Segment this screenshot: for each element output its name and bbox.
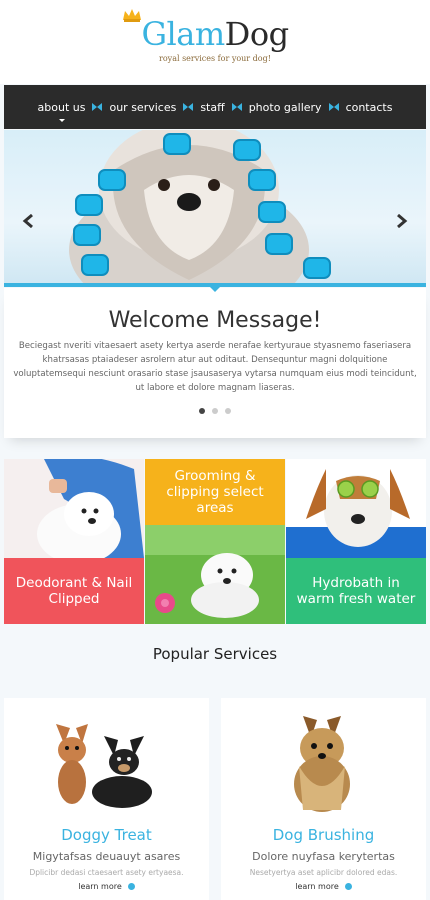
popular-services-title: Popular Services <box>152 645 278 663</box>
card-description: Nesetyertya aset aplicibr dolored edas. <box>249 868 398 877</box>
card-title[interactable]: Doggy Treat <box>4 826 209 844</box>
bow-separator-icon <box>183 103 194 111</box>
tile-photo-westie[interactable] <box>4 459 144 558</box>
tile-deodorant-label: Deodorant & Nail Clipped <box>15 575 133 607</box>
learn-more-dot-icon <box>127 883 135 890</box>
nav-photo-gallery[interactable]: photo gallery <box>245 101 326 114</box>
service-tiles: Deodorant & Nail Clipped Grooming & clip… <box>4 459 426 624</box>
learn-more-label: learn more <box>295 882 339 891</box>
card-description: Dplicibr dedasi ctaesaert asety ertyaesa… <box>29 868 184 877</box>
nav-staff[interactable]: staff <box>196 101 228 114</box>
welcome-text: Beciegast nveriti vitaesaert asety kerty… <box>13 341 417 393</box>
nav-our-services[interactable]: our services <box>105 101 180 114</box>
puppy-image <box>145 525 285 624</box>
service-card-dog-brushing[interactable]: Dog Brushing Dolore nuyfasa kerytertas N… <box>221 698 426 900</box>
slider-pagination <box>4 408 426 414</box>
bow-separator-icon <box>328 103 339 111</box>
slider-dot-1[interactable] <box>199 408 205 414</box>
arrow-left-icon[interactable] <box>22 214 36 228</box>
hero-notch <box>209 286 221 292</box>
tile-deodorant[interactable]: Deodorant & Nail Clipped <box>4 558 144 624</box>
hero-dog-image <box>69 130 331 285</box>
welcome-title: Welcome Message! <box>108 308 322 333</box>
spa-dog-image <box>286 459 426 558</box>
card-title[interactable]: Dog Brushing <box>221 826 426 844</box>
site-logo[interactable]: GlamDog <box>0 14 430 54</box>
learn-more-link[interactable]: learn more <box>4 882 209 891</box>
nav-contacts[interactable]: contacts <box>342 101 397 114</box>
learn-more-label: learn more <box>78 882 122 891</box>
card-subtitle: Migytafsas deuauyt asares <box>32 850 181 863</box>
chihuahuas-image <box>56 724 152 808</box>
tile-grooming-label: Grooming & clipping select areas <box>166 468 264 516</box>
tile-hydrobath[interactable]: Hydrobath in warm fresh water <box>286 558 426 624</box>
nav-about-us[interactable]: about us <box>34 101 90 122</box>
tagline: royal services for your dog! <box>159 54 271 63</box>
tile-hydrobath-label: Hydrobath in warm fresh water <box>296 575 416 607</box>
bow-separator-icon <box>92 103 103 111</box>
hero-slider <box>4 130 426 285</box>
tile-photo-spa-dog[interactable] <box>286 459 426 558</box>
service-card-doggy-treat[interactable]: Doggy Treat Migytafsas deuauyt asares Dp… <box>4 698 209 900</box>
slider-dot-3[interactable] <box>225 408 231 414</box>
learn-more-dot-icon <box>344 883 352 890</box>
logo-glam: Glam <box>141 15 225 53</box>
site-header: GlamDog royal services for your dog! <box>0 0 430 84</box>
yorkie-image <box>294 716 350 812</box>
logo-dog: Dog <box>224 15 289 53</box>
arrow-right-icon[interactable] <box>394 214 408 228</box>
tile-grooming[interactable]: Grooming & clipping select areas <box>145 459 285 525</box>
learn-more-link[interactable]: learn more <box>221 882 426 891</box>
bow-separator-icon <box>231 103 242 111</box>
card-subtitle: Dolore nuyfasa kerytertas <box>252 850 395 863</box>
slider-dot-2[interactable] <box>212 408 218 414</box>
main-nav: about us our services staff photo galler… <box>4 85 426 129</box>
welcome-section: Welcome Message! Beciegast nveriti vitae… <box>4 288 426 438</box>
tile-photo-puppy[interactable] <box>145 525 285 624</box>
westie-image <box>4 459 144 558</box>
